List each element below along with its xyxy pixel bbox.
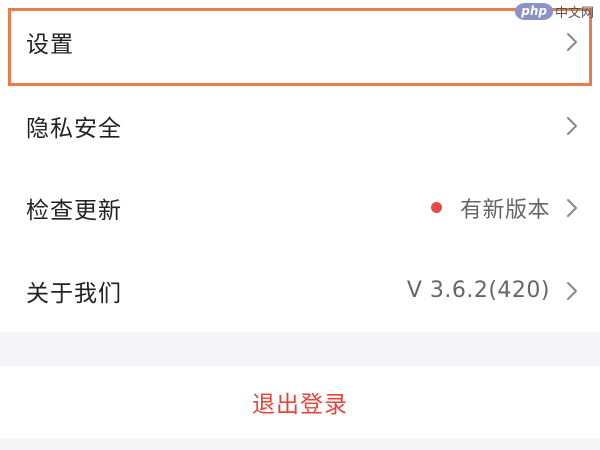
menu-item-label: 关于我们 (26, 280, 122, 307)
bottom-spacer (0, 438, 600, 450)
menu-item-check-update[interactable]: 检查更新 有新版本 (0, 166, 600, 249)
logout-section: 退出登录 (0, 366, 600, 438)
chevron-right-icon (567, 198, 577, 217)
app-version-text: V 3.6.2(420) (406, 278, 550, 303)
menu-item-right: V 3.6.2(420) (407, 278, 580, 303)
settings-menu: 设置 隐私安全 检查更新 有新版本 关于我们 V 3.6.2(420) php … (0, 0, 600, 332)
menu-item-privacy-security[interactable]: 隐私安全 (0, 84, 600, 167)
menu-item-right (564, 31, 580, 53)
menu-item-right: 有新版本 (430, 192, 580, 224)
settings-screen: 设置 隐私安全 检查更新 有新版本 关于我们 V 3.6.2(420) php … (0, 0, 600, 450)
chevron-right-icon (567, 116, 577, 135)
update-status-text: 有新版本 (459, 197, 550, 223)
chevron-right-icon (567, 281, 577, 300)
new-version-dot (430, 202, 442, 213)
menu-item-right (564, 115, 580, 137)
menu-item-label: 设置 (26, 31, 74, 58)
menu-item-label: 隐私安全 (26, 115, 122, 142)
logout-button[interactable]: 退出登录 (252, 385, 348, 419)
menu-item-label: 检查更新 (26, 197, 122, 224)
menu-item-settings[interactable]: 设置 (0, 0, 600, 83)
section-divider (0, 332, 600, 366)
chevron-right-icon (567, 32, 577, 51)
menu-item-about-us[interactable]: 关于我们 V 3.6.2(420) (0, 249, 600, 332)
